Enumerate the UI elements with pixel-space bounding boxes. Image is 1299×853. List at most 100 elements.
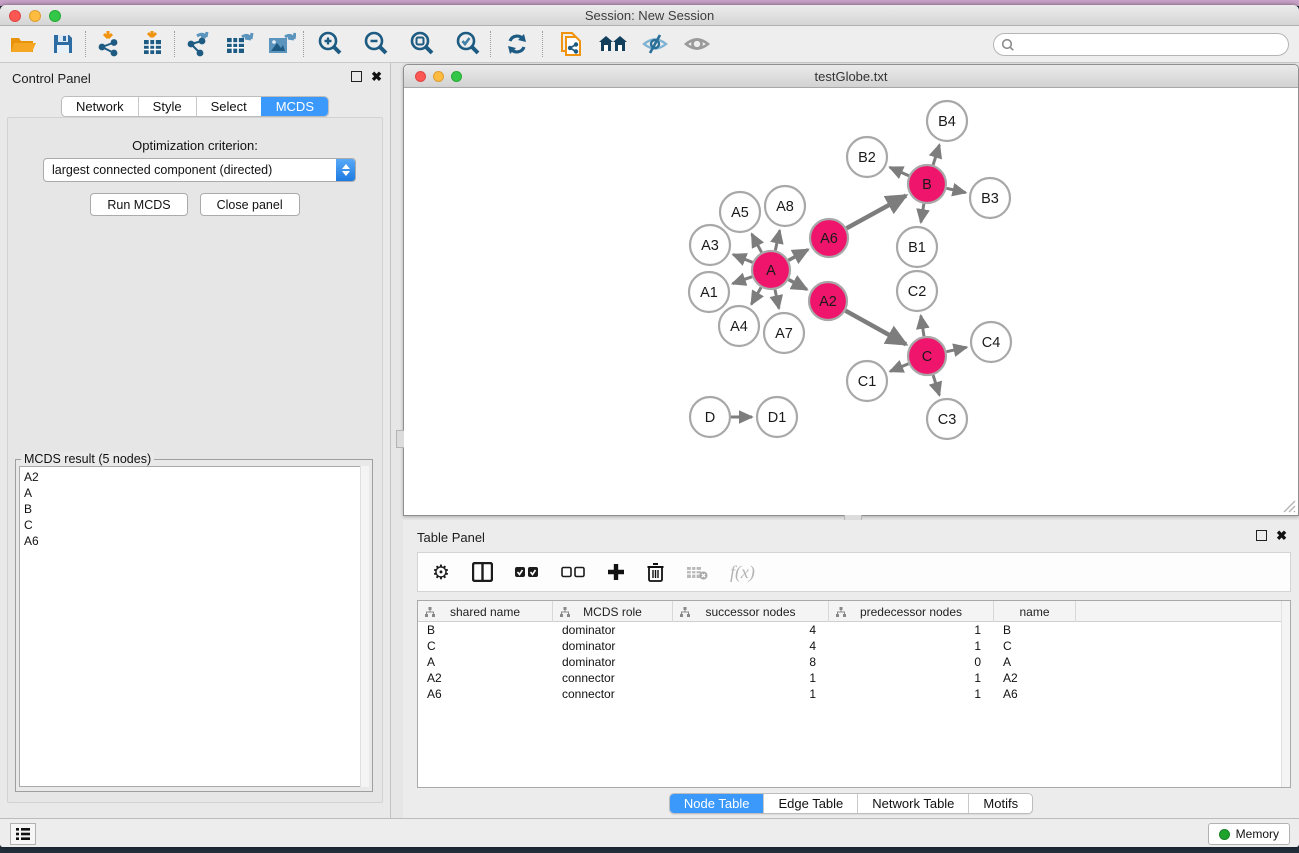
- edge-A2-C[interactable]: [846, 311, 907, 345]
- node-label-A5: A5: [731, 205, 749, 221]
- result-item[interactable]: A6: [24, 533, 368, 549]
- function-builder-icon[interactable]: f(x): [730, 560, 755, 584]
- node-label-A3: A3: [701, 238, 719, 254]
- float-panel-icon[interactable]: [351, 71, 362, 82]
- table-row[interactable]: Cdominator41C: [418, 638, 1290, 654]
- refresh-view-icon[interactable]: [502, 29, 532, 59]
- search-box[interactable]: [993, 33, 1289, 56]
- zoom-selected-icon[interactable]: [453, 29, 483, 59]
- tab-edge-table[interactable]: Edge Table: [763, 794, 857, 813]
- edge-A-A4[interactable]: [751, 287, 761, 304]
- network-canvas[interactable]: AA1A2A3A4A5A6A7A8BB1B2B3B4CC1C2C3C4DD1: [405, 88, 1297, 514]
- edge-B-B2[interactable]: [890, 167, 909, 176]
- save-session-icon[interactable]: [48, 29, 78, 59]
- edge-B-B3[interactable]: [947, 188, 966, 192]
- edge-A-A8[interactable]: [775, 230, 779, 250]
- close-panel-icon[interactable]: ✖: [371, 71, 382, 82]
- tab-style[interactable]: Style: [138, 97, 196, 116]
- column-header-predecessor-nodes[interactable]: predecessor nodes: [829, 601, 994, 622]
- edge-C-C2[interactable]: [921, 316, 924, 337]
- network-window-titlebar[interactable]: testGlobe.txt: [404, 65, 1298, 88]
- search-input[interactable]: [1019, 38, 1288, 52]
- export-network-icon[interactable]: [182, 29, 212, 59]
- add-column-icon[interactable]: [607, 560, 625, 584]
- edge-C-C1[interactable]: [890, 364, 908, 372]
- edge-C-C3[interactable]: [933, 375, 939, 395]
- memory-button[interactable]: Memory: [1208, 823, 1290, 845]
- column-type-icon: [836, 606, 846, 620]
- import-network-icon[interactable]: [93, 29, 123, 59]
- float-table-panel-icon[interactable]: [1256, 530, 1267, 541]
- edge-C-C4[interactable]: [947, 347, 967, 351]
- table-row[interactable]: Adominator80A: [418, 654, 1290, 670]
- result-item[interactable]: A: [24, 485, 368, 501]
- column-header-MCDS-role[interactable]: MCDS role: [553, 601, 673, 622]
- delete-table-icon[interactable]: [686, 560, 708, 584]
- run-mcds-button[interactable]: Run MCDS: [90, 193, 187, 216]
- search-icon: [1001, 38, 1015, 52]
- memory-status-icon: [1219, 829, 1230, 840]
- column-header-name[interactable]: name: [994, 601, 1076, 622]
- edge-A6-B[interactable]: [847, 196, 907, 229]
- column-type-icon: [425, 606, 435, 620]
- result-item[interactable]: A2: [24, 469, 368, 485]
- edge-A-A2[interactable]: [789, 280, 807, 290]
- splitter-grip-left[interactable]: [396, 430, 404, 448]
- close-table-panel-icon[interactable]: ✖: [1276, 530, 1287, 541]
- select-all-rows-icon[interactable]: [515, 560, 539, 584]
- node-label-C2: C2: [908, 284, 927, 300]
- show-panels-icon[interactable]: [682, 29, 712, 59]
- import-table-icon[interactable]: [137, 29, 167, 59]
- resize-grip-icon[interactable]: [1280, 497, 1296, 513]
- tab-mcds[interactable]: MCDS: [261, 97, 328, 116]
- close-panel-button[interactable]: Close panel: [200, 193, 300, 216]
- show-column-icon[interactable]: [472, 560, 493, 584]
- tab-motifs[interactable]: Motifs: [968, 794, 1032, 813]
- table-cell: C: [994, 638, 1076, 654]
- edge-B-B1[interactable]: [921, 204, 924, 223]
- toolbar-separator: [490, 31, 491, 57]
- node-label-B: B: [922, 177, 932, 193]
- task-history-button[interactable]: [10, 823, 36, 845]
- optimization-criterion-select[interactable]: largest connected component (directed): [43, 158, 356, 182]
- edge-A-A6[interactable]: [789, 250, 809, 261]
- node-label-B1: B1: [908, 240, 926, 256]
- open-session-icon[interactable]: [8, 29, 38, 59]
- node-label-B4: B4: [938, 114, 956, 130]
- edge-B-B4[interactable]: [933, 145, 939, 165]
- result-item[interactable]: B: [24, 501, 368, 517]
- table-header-row: shared nameMCDS rolesuccessor nodesprede…: [418, 601, 1290, 622]
- tab-network[interactable]: Network: [62, 97, 138, 116]
- edge-A-A7[interactable]: [775, 290, 779, 309]
- result-scrollbar[interactable]: [360, 466, 369, 787]
- column-header-shared-name[interactable]: shared name: [418, 601, 553, 622]
- tab-node-table[interactable]: Node Table: [670, 794, 764, 813]
- tab-select[interactable]: Select: [196, 97, 261, 116]
- deselect-all-rows-icon[interactable]: [561, 560, 585, 584]
- edge-A-A3[interactable]: [733, 255, 752, 263]
- hide-panels-icon[interactable]: [640, 29, 670, 59]
- cyndex-browser-icon[interactable]: [598, 29, 628, 59]
- new-network-from-selection-icon[interactable]: [556, 29, 586, 59]
- table-scrollbar[interactable]: [1281, 601, 1290, 787]
- export-table-icon[interactable]: [224, 29, 254, 59]
- zoom-in-icon[interactable]: [315, 29, 345, 59]
- table-cell: A: [994, 654, 1076, 670]
- mcds-tab-content: Optimization criterion: largest connecte…: [7, 117, 383, 803]
- zoom-out-icon[interactable]: [361, 29, 391, 59]
- table-row[interactable]: A2connector11A2: [418, 670, 1290, 686]
- export-image-icon[interactable]: [266, 29, 296, 59]
- table-row[interactable]: A6connector11A6: [418, 686, 1290, 702]
- table-settings-icon[interactable]: ⚙: [432, 560, 450, 584]
- result-item[interactable]: C: [24, 517, 368, 533]
- delete-column-icon[interactable]: [647, 560, 664, 584]
- tab-network-table[interactable]: Network Table: [857, 794, 968, 813]
- list-icon: [15, 827, 31, 841]
- table-row[interactable]: Bdominator41B: [418, 622, 1290, 638]
- edge-A-A1[interactable]: [733, 277, 753, 284]
- zoom-fit-icon[interactable]: [407, 29, 437, 59]
- column-header-successor-nodes[interactable]: successor nodes: [673, 601, 829, 622]
- table-cell: B: [418, 622, 553, 638]
- edge-A-A5[interactable]: [752, 234, 762, 252]
- mcds-result-list[interactable]: A2ABCA6: [19, 466, 369, 787]
